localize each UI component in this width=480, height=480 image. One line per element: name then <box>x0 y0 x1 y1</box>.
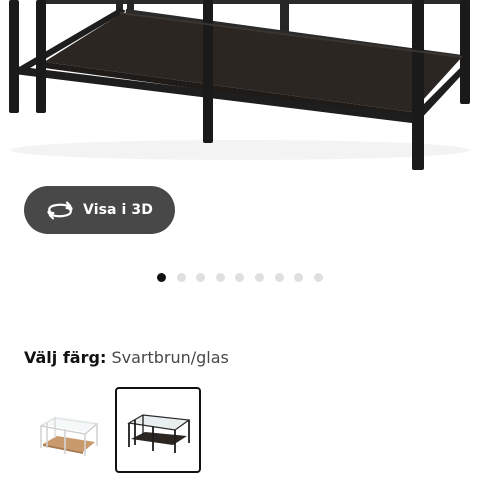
product-image[interactable] <box>0 0 480 180</box>
color-swatch-black-brown[interactable] <box>115 387 201 473</box>
black-nesting-table-thumbnail <box>127 414 191 453</box>
color-value: Svartbrun/glas <box>111 348 229 367</box>
carousel-dot-6[interactable] <box>254 273 264 282</box>
rotate-3d-icon <box>46 200 74 220</box>
product-page: Visa i 3D Välj färg: Svartbrun/glas <box>0 0 480 480</box>
carousel-dot-1[interactable] <box>157 273 166 282</box>
carousel-dot-4[interactable] <box>215 273 225 282</box>
color-label: Välj färg: <box>24 348 107 367</box>
carousel-dot-2[interactable] <box>176 273 186 282</box>
nesting-table-illustration <box>9 0 470 170</box>
carousel-dot-5[interactable] <box>235 273 245 282</box>
carousel-dot-8[interactable] <box>294 273 304 282</box>
color-selector-heading: Välj färg: Svartbrun/glas <box>24 348 229 368</box>
carousel-dot-3[interactable] <box>196 273 206 282</box>
carousel-dot-7[interactable] <box>274 273 284 282</box>
view-in-3d-label: Visa i 3D <box>83 202 153 218</box>
carousel-dot-9[interactable] <box>313 273 323 282</box>
view-in-3d-button[interactable]: Visa i 3D <box>24 186 175 234</box>
white-nesting-table-thumbnail <box>39 416 99 456</box>
image-carousel-dots <box>157 273 333 282</box>
color-swatch-white-oak[interactable] <box>25 387 111 473</box>
